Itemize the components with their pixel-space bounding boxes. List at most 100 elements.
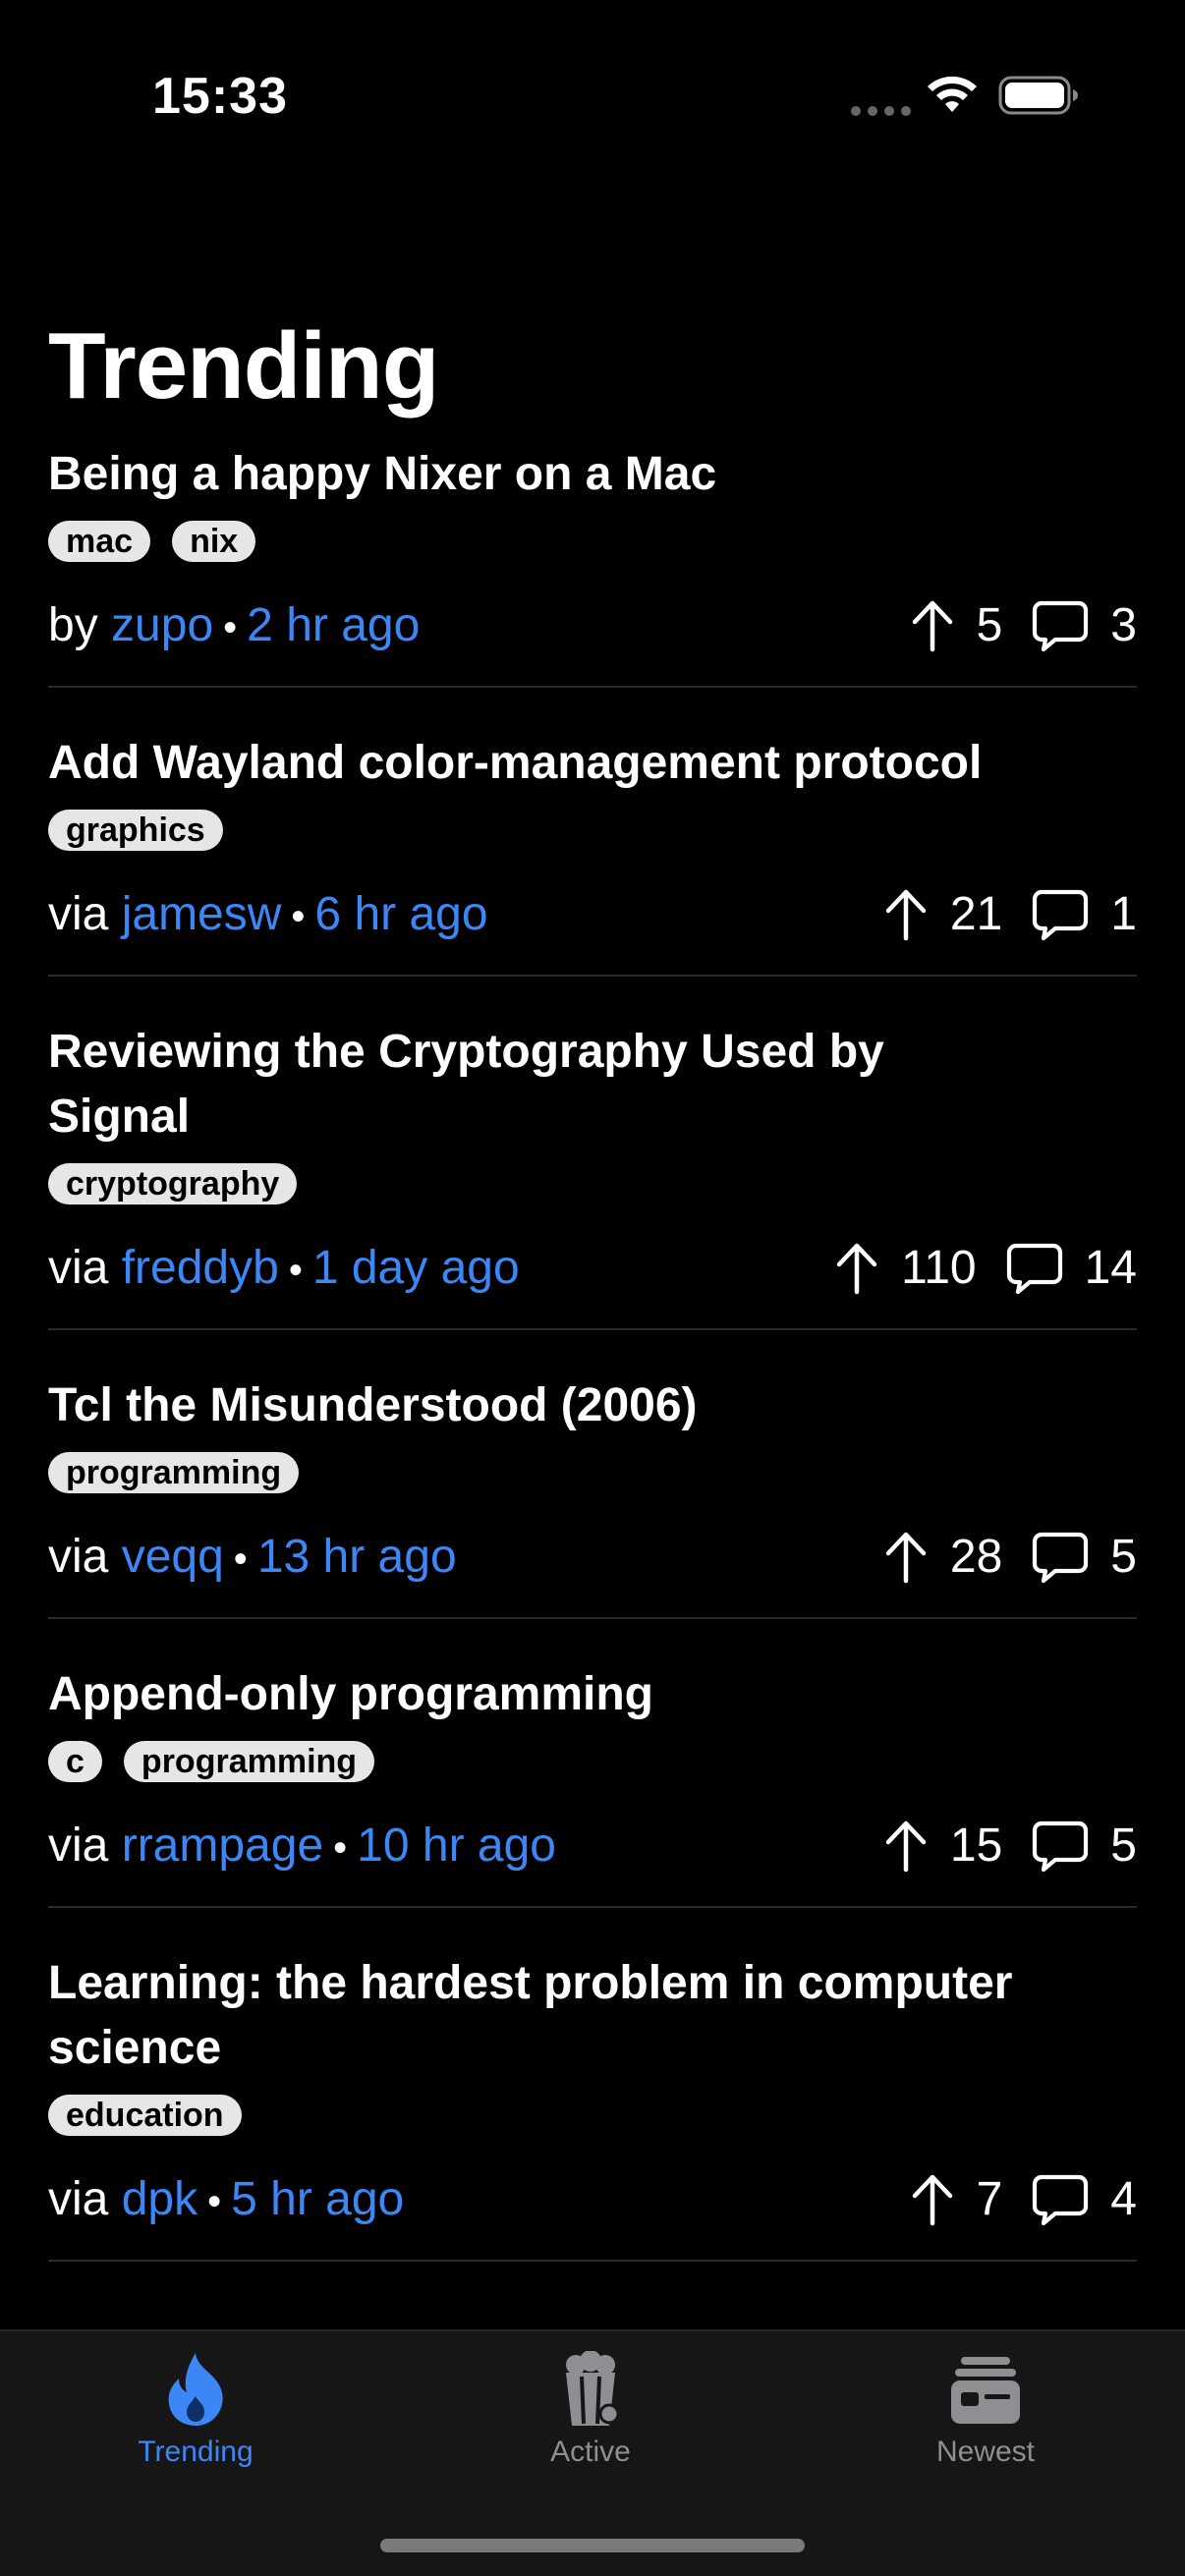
story-list: Being a happy Nixer on a Mac mac nix by z…	[48, 442, 1137, 2305]
vote-count: 5	[976, 599, 1003, 651]
upvote-icon[interactable]	[834, 1241, 879, 1296]
author-link[interactable]: freddyb	[122, 1242, 279, 1294]
comment-icon[interactable]	[1032, 888, 1089, 941]
story-byline: via jamesw • 6 hr ago	[48, 880, 488, 951]
comment-icon[interactable]	[1032, 599, 1089, 652]
story-title[interactable]: Tcl the Misunderstood (2006)	[48, 1373, 1031, 1438]
story-meta: via veqq • 13 hr ago 28 5	[48, 1523, 1137, 1592]
story-meta: via dpk • 5 hr ago 7 4	[48, 2165, 1137, 2234]
story-byline: via rrampage • 10 hr ago	[48, 1812, 556, 1882]
story-stats: 15 5	[883, 1812, 1137, 1880]
tag-badge[interactable]: education	[48, 2095, 242, 2136]
flame-icon	[168, 2353, 223, 2426]
comment-count: 5	[1110, 1531, 1137, 1583]
story-row[interactable]: Being a happy Nixer on a Mac mac nix by z…	[48, 442, 1137, 688]
comment-icon[interactable]	[1006, 1242, 1063, 1295]
story-stats: 21 1	[883, 880, 1137, 949]
tab-newest[interactable]: Newest	[868, 2351, 1103, 2469]
story-stats: 110 14	[834, 1234, 1137, 1303]
story-title[interactable]: Add Wayland color-management protocol	[48, 731, 1031, 796]
status-time: 15:33	[152, 68, 288, 125]
tab-label-trending: Trending	[138, 2436, 254, 2468]
tab-trending[interactable]: Trending	[78, 2351, 313, 2469]
separator-dot: •	[223, 606, 238, 649]
tag-badge[interactable]: programming	[48, 1452, 300, 1493]
story-row[interactable]: Add Wayland color-management protocol gr…	[48, 731, 1137, 977]
upvote-icon[interactable]	[883, 887, 929, 942]
tag-badge[interactable]: graphics	[48, 810, 223, 851]
upvote-icon[interactable]	[910, 2172, 955, 2227]
tag-badge[interactable]: cryptography	[48, 1163, 298, 1204]
tab-label-newest: Newest	[935, 2436, 1036, 2468]
tag-list: graphics	[48, 810, 1137, 853]
author-link[interactable]: zupo	[111, 599, 213, 651]
story-row[interactable]: Append-only programming c programming via…	[48, 1662, 1137, 1908]
tag-badge[interactable]: programming	[123, 1741, 375, 1782]
upvote-icon[interactable]	[883, 1819, 929, 1874]
tag-badge[interactable]: c	[48, 1741, 102, 1782]
time-link[interactable]: 6 hr ago	[314, 888, 487, 940]
story-byline: via veqq • 13 hr ago	[48, 1523, 457, 1594]
tag-list: mac nix	[48, 521, 1137, 564]
story-row[interactable]: Learning: the hardest problem in compute…	[48, 1951, 1137, 2262]
screen: 15:33 Trending Being a happy Nixer on a …	[0, 0, 1185, 2576]
story-row[interactable]: Reviewing the Cryptography Used by Signa…	[48, 1020, 1137, 1330]
vote-count: 21	[949, 888, 1003, 940]
author-link[interactable]: jamesw	[122, 888, 282, 940]
separator-dot: •	[291, 895, 306, 938]
story-byline: via freddyb • 1 day ago	[48, 1234, 520, 1305]
story-byline: via dpk • 5 hr ago	[48, 2165, 404, 2236]
tab-active[interactable]: Active	[473, 2351, 708, 2469]
comment-icon[interactable]	[1032, 1531, 1089, 1584]
comment-count: 4	[1110, 2173, 1137, 2225]
time-link[interactable]: 5 hr ago	[231, 2173, 404, 2225]
story-title[interactable]: Append-only programming	[48, 1662, 1031, 1727]
tag-list: c programming	[48, 1741, 1137, 1784]
upvote-icon[interactable]	[883, 1530, 929, 1585]
story-stats: 5 3	[910, 591, 1137, 660]
vote-count: 110	[901, 1242, 977, 1294]
tag-badge[interactable]: nix	[172, 521, 256, 562]
comment-icon[interactable]	[1032, 1820, 1089, 1873]
time-link[interactable]: 10 hr ago	[357, 1820, 556, 1872]
tab-label-active: Active	[550, 2436, 631, 2468]
byline-prefix: via	[48, 1242, 109, 1294]
vote-count: 15	[949, 1820, 1003, 1872]
newspaper-icon	[951, 2357, 1020, 2424]
story-title[interactable]: Learning: the hardest problem in compute…	[48, 1951, 1031, 2081]
tab-bar: Trending Active Newest	[0, 2329, 1185, 2576]
tag-list: cryptography	[48, 1163, 1137, 1206]
story-row[interactable]: Tcl the Misunderstood (2006) programming…	[48, 1373, 1137, 1619]
upvote-icon[interactable]	[910, 598, 955, 653]
byline-prefix: by	[48, 599, 98, 651]
story-stats: 7 4	[910, 2165, 1137, 2234]
story-title[interactable]: Being a happy Nixer on a Mac	[48, 442, 1031, 507]
page-title: Trending	[48, 313, 439, 419]
author-link[interactable]: veqq	[122, 1531, 224, 1583]
cellular-signal-icon	[851, 106, 911, 116]
separator-dot: •	[233, 1538, 248, 1581]
separator-dot: •	[333, 1826, 348, 1870]
status-bar: 15:33	[0, 0, 1185, 196]
story-byline: by zupo • 2 hr ago	[48, 591, 420, 662]
vote-count: 28	[949, 1531, 1003, 1583]
comment-count: 3	[1110, 599, 1137, 651]
home-indicator[interactable]	[380, 2539, 805, 2552]
time-link[interactable]: 1 day ago	[312, 1242, 520, 1294]
tag-badge[interactable]: mac	[48, 521, 151, 562]
story-title[interactable]: Reviewing the Cryptography Used by Signa…	[48, 1020, 1031, 1149]
comment-count: 14	[1084, 1242, 1137, 1294]
separator-dot: •	[207, 2180, 222, 2223]
story-meta: via jamesw • 6 hr ago 21 1	[48, 880, 1137, 949]
wifi-icon	[928, 76, 977, 112]
author-link[interactable]: dpk	[122, 2173, 198, 2225]
time-link[interactable]: 13 hr ago	[257, 1531, 457, 1583]
byline-prefix: via	[48, 888, 109, 940]
comment-icon[interactable]	[1032, 2173, 1089, 2226]
time-link[interactable]: 2 hr ago	[247, 599, 420, 651]
comment-count: 5	[1110, 1820, 1137, 1872]
tag-list: education	[48, 2095, 1137, 2138]
author-link[interactable]: rrampage	[122, 1820, 323, 1872]
byline-prefix: via	[48, 1820, 109, 1872]
comment-count: 1	[1110, 888, 1137, 940]
